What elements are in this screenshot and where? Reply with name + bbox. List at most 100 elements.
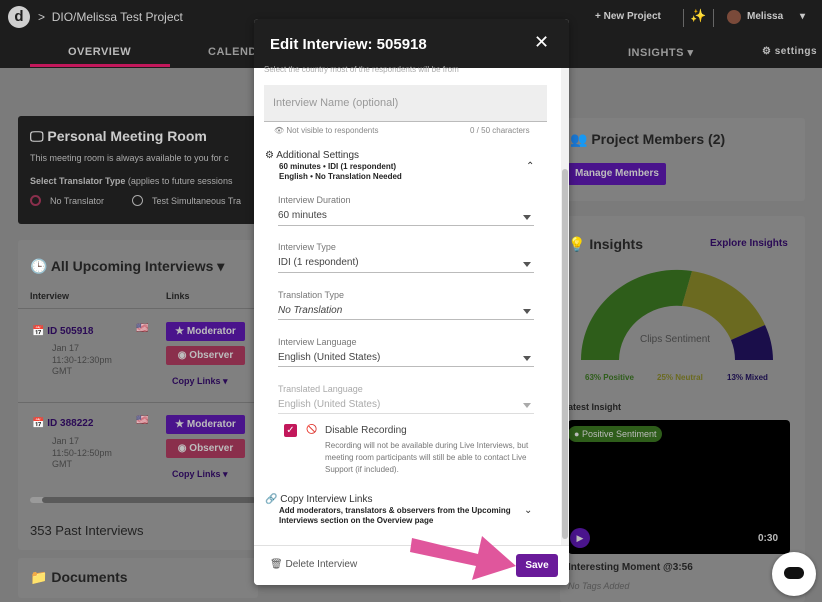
flag-icon: 🇺🇸 xyxy=(136,415,149,426)
observer-button[interactable]: ◉ Observer xyxy=(166,439,245,458)
interview-name-placeholder: Interview Name (optional) xyxy=(273,97,399,109)
chevron-down-icon[interactable] xyxy=(523,356,531,361)
copy-links-section[interactable]: 🔗 Copy Interview Links xyxy=(265,494,373,505)
underline xyxy=(278,366,534,367)
visibility-note: 👁 Not visible to respondents xyxy=(274,126,379,135)
interview-tz: GMT xyxy=(52,366,72,376)
duration-label: Interview Duration xyxy=(278,195,351,205)
underline xyxy=(278,413,534,414)
manage-members-button[interactable]: Manage Members xyxy=(568,163,666,185)
gauge-neutral xyxy=(682,271,765,340)
divider xyxy=(683,9,684,27)
upcoming-interviews-card xyxy=(18,240,258,550)
settings-summary-1: 60 minutes • IDI (1 respondent) xyxy=(279,162,397,171)
tab-overview[interactable]: OVERVIEW xyxy=(68,46,131,58)
gauge-positive xyxy=(580,269,692,360)
type-select[interactable]: IDI (1 respondent) xyxy=(278,257,359,268)
duration-select[interactable]: 60 minutes xyxy=(278,210,327,221)
interview-id[interactable]: 📅 ID 388222 xyxy=(32,418,93,429)
delete-interview-button[interactable]: 🗑 Delete Interview xyxy=(270,559,357,570)
observer-button[interactable]: ◉ Observer xyxy=(166,346,245,365)
divider xyxy=(18,402,258,403)
type-label: Interview Type xyxy=(278,242,336,252)
underline xyxy=(278,319,534,320)
disable-recording-checkbox[interactable]: ✓ xyxy=(284,424,297,437)
latest-insight-label: atest Insight xyxy=(568,402,622,412)
gauge-label: Clips Sentiment xyxy=(640,334,711,345)
pmr-description: This meeting room is always available to… xyxy=(30,153,229,163)
active-tab-indicator xyxy=(30,64,170,67)
settings-summary-2: English • No Translation Needed xyxy=(279,172,402,181)
mixed-percent: 13% Mixed xyxy=(727,373,768,382)
moderator-button[interactable]: ★ Moderator xyxy=(166,415,245,434)
chevron-down-icon[interactable] xyxy=(523,403,531,408)
country-note: Select the country most of the responden… xyxy=(264,65,459,74)
edit-interview-modal: Edit Interview: 505918 ✕ Select the coun… xyxy=(254,19,569,585)
language-select[interactable]: English (United States) xyxy=(278,352,380,363)
no-translator-label: No Translator xyxy=(50,196,105,206)
save-button[interactable]: Save xyxy=(516,554,558,577)
upcoming-title[interactable]: 🕒 All Upcoming Interviews ▾ xyxy=(30,258,224,275)
chevron-down-icon[interactable]: ⌄ xyxy=(524,505,532,516)
interview-date: Jan 17 xyxy=(52,343,80,353)
user-menu[interactable]: Melissa xyxy=(747,11,783,22)
explore-insights-link[interactable]: Explore Insights xyxy=(710,238,788,249)
close-icon[interactable]: ✕ xyxy=(534,32,549,53)
moderator-button[interactable]: ★ Moderator xyxy=(166,322,245,341)
radio-simultaneous[interactable] xyxy=(132,195,143,206)
chevron-down-icon[interactable]: ▾ xyxy=(800,11,805,22)
arrow-shape xyxy=(410,536,516,580)
magic-wand-icon[interactable]: ✨ xyxy=(690,8,706,24)
breadcrumb[interactable]: > DIO/Melissa Test Project xyxy=(38,10,183,24)
language-label: Interview Language xyxy=(278,337,357,347)
documents-title[interactable]: 📁 Documents xyxy=(30,569,128,586)
video-duration: 0:30 xyxy=(758,533,779,544)
tags-text: No Tags Added xyxy=(568,581,630,591)
project-name[interactable]: DIO/Melissa Test Project xyxy=(52,10,183,24)
col-interview: Interview xyxy=(30,291,70,301)
col-links: Links xyxy=(166,291,190,301)
chat-icon xyxy=(784,567,804,579)
copy-links-button[interactable]: Copy Links ▾ xyxy=(172,376,228,387)
past-interviews-link[interactable]: 353 Past Interviews xyxy=(30,523,143,538)
scrollbar-thumb[interactable] xyxy=(42,497,256,503)
members-title: 👥 Project Members (2) xyxy=(570,131,726,147)
copy-links-button[interactable]: Copy Links ▾ xyxy=(172,469,228,480)
annotation-arrow xyxy=(410,536,516,580)
interview-time: 11:50-12:50pm xyxy=(52,448,112,458)
modal-scrollbar-thumb[interactable] xyxy=(562,169,568,539)
app-logo[interactable]: d xyxy=(8,6,30,28)
chevron-down-icon[interactable] xyxy=(523,215,531,220)
radio-no-translator[interactable] xyxy=(30,195,41,206)
interview-id[interactable]: 📅 ID 505918 xyxy=(32,326,93,337)
pmr-title: 🖵 Personal Meeting Room xyxy=(30,128,207,144)
chevron-down-icon[interactable] xyxy=(523,309,531,314)
char-count: 0 / 50 characters xyxy=(470,126,530,135)
modal-title: Edit Interview: 505918 xyxy=(270,36,427,53)
avatar[interactable] xyxy=(727,10,741,24)
settings-toggle[interactable]: ⚙ Additional Settings xyxy=(265,150,359,161)
new-project-button[interactable]: + New Project xyxy=(595,11,661,22)
recording-note: Recording will not be available during L… xyxy=(325,441,529,474)
positive-sentiment-badge: ● Positive Sentiment xyxy=(568,426,663,442)
play-icon[interactable]: ▶ xyxy=(570,528,590,548)
chevron-up-icon[interactable]: ⌃ xyxy=(526,161,534,172)
tab-calendar[interactable]: CALEND xyxy=(208,46,257,58)
disable-recording-label: Disable Recording xyxy=(325,425,407,436)
translation-select[interactable]: No Translation xyxy=(278,305,342,316)
divider xyxy=(18,308,258,309)
settings-link[interactable]: ⚙ settings xyxy=(762,46,817,57)
translated-language-select[interactable]: English (United States) xyxy=(278,399,380,410)
underline xyxy=(278,225,534,226)
positive-percent: 63% Positive xyxy=(585,373,634,382)
interview-time: 11:30-12:30pm xyxy=(52,355,112,365)
sentiment-gauge xyxy=(580,269,773,360)
camera-off-icon: 🚫 xyxy=(306,424,318,434)
chevron-down-icon[interactable] xyxy=(523,262,531,267)
simultaneous-label: Test Simultaneous Tra xyxy=(152,196,242,206)
moment-title[interactable]: Interesting Moment @3:56 xyxy=(568,562,693,573)
divider xyxy=(713,9,714,27)
tab-insights[interactable]: INSIGHTS ▾ xyxy=(628,46,694,59)
neutral-percent: 25% Neutral xyxy=(657,373,703,382)
translator-label: Select Translator Type (applies to futur… xyxy=(30,176,233,186)
